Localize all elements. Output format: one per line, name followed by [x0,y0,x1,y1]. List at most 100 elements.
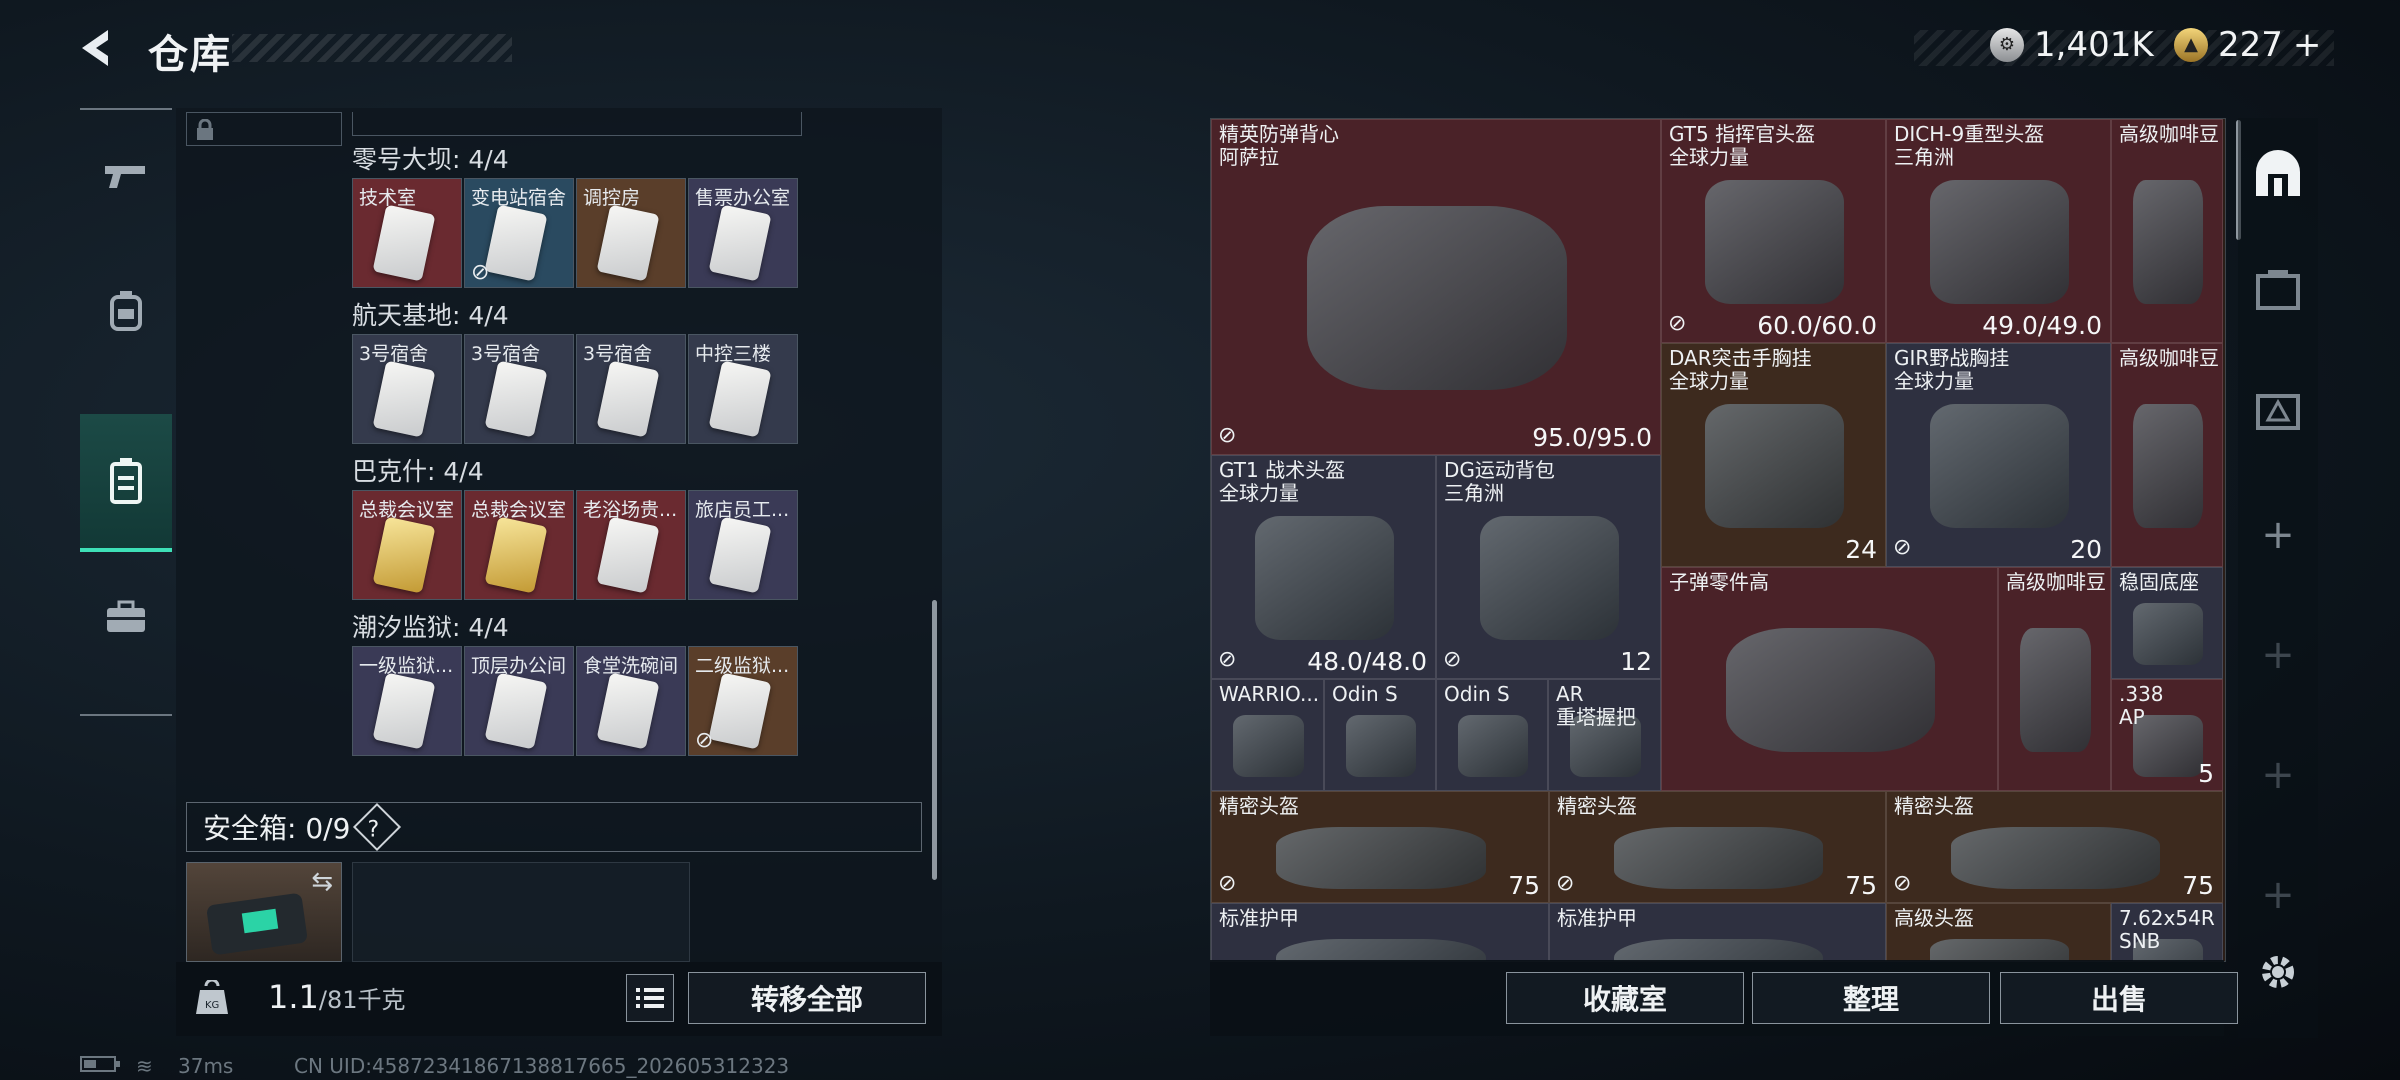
stash-item[interactable]: WARRIO... [1211,679,1324,791]
stash-item[interactable]: 高级头盔 [1886,903,2111,961]
no-trade-icon: ⊘ [1218,423,1237,448]
no-trade-icon: ⊘ [1893,535,1912,560]
back-icon[interactable] [78,26,122,70]
add-tab-2[interactable]: + [2238,632,2318,678]
stash-item[interactable]: DG运动背包 三角洲 12 ⊘ [1436,455,1661,679]
weight-readout: 1.1/81千克 [268,978,406,1016]
keycard-slot[interactable]: 食堂洗碗间 [576,646,686,756]
keycard-slot[interactable]: 旅店员工... [688,490,798,600]
stash-item[interactable]: DAR突击手胸挂 全球力量 24 [1661,343,1886,567]
rail-backpack[interactable] [80,244,172,378]
page-title: 仓库 [148,32,232,78]
stash-item[interactable]: Odin S [1436,679,1548,791]
stash-item[interactable]: 子弹零件高 [1661,567,1998,791]
stash-item[interactable]: 精英防弹背心 阿萨拉 95.0/95.0 ⊘ [1211,119,1661,455]
add-tab-3[interactable]: + [2238,752,2318,798]
safebox-bar[interactable]: 安全箱: 0/9 ? [186,802,922,852]
keycard-icon [484,516,548,594]
settings-button[interactable] [2238,950,2318,1004]
scrollbar[interactable] [932,600,937,880]
keycard-slot[interactable]: 3号宿舍 [576,334,686,444]
item-name: DICH-9重型头盔 三角洲 [1894,122,2045,169]
add-tab-4[interactable]: + [2238,872,2318,918]
rail-locker[interactable] [80,414,172,552]
keycard-label: 技术室 [359,187,417,209]
add-tab-1[interactable]: + [2238,512,2318,558]
stash-item[interactable]: GT1 战术头盔 全球力量 48.0/48.0 ⊘ [1211,455,1436,679]
keycard-slot[interactable]: 售票办公室 [688,178,798,288]
item-value: 24 [1845,535,1877,564]
keycard-label: 调控房 [583,187,641,209]
stash-item[interactable]: 标准护甲 [1549,903,1886,961]
item-image [2133,404,2203,528]
item-image [1233,715,1304,777]
stash-item[interactable]: .338 AP 5 [2111,679,2223,791]
stash-tab-2[interactable] [2238,388,2318,442]
keycard-slot[interactable]: 变电站宿舍 ⊘ [464,178,574,288]
keycard-slot[interactable]: 一级监狱... [352,646,462,756]
locker-icon [110,458,142,504]
gold-currency[interactable]: ▲ 227 + [2174,24,2321,66]
item-name: DAR突击手胸挂 全球力量 [1669,346,1812,393]
help-icon[interactable]: ? [353,802,402,852]
list-view-button[interactable] [626,974,674,1022]
backpack-icon [110,291,142,331]
keycard-slot[interactable]: 二级监狱... ⊘ [688,646,798,756]
sort-button[interactable]: 整理 [1752,972,1990,1024]
stash-item[interactable]: 高级咖啡豆 [2111,119,2223,343]
stash-item[interactable]: 精密头盔 75 ⊘ [1211,791,1549,903]
keycard-slot[interactable]: 总裁会议室 [352,490,462,600]
stash-item[interactable]: GT5 指挥官头盔 全球力量 60.0/60.0 ⊘ [1661,119,1886,343]
keycard-slot[interactable]: 中控三楼 [688,334,798,444]
wifi-icon: ≋ [136,1054,153,1078]
svg-text:KG: KG [205,1000,219,1011]
shelter-tab[interactable] [2238,148,2318,210]
safebox-item[interactable]: ⇆ [186,862,342,962]
transfer-all-button[interactable]: 转移全部 [688,972,926,1024]
keycard-slot[interactable]: 3号宿舍 [464,334,574,444]
gold-amount: 227 [2218,25,2283,65]
left-rail [80,108,172,716]
stash-item[interactable]: AR 重塔握把 [1548,679,1661,791]
rail-briefcase[interactable] [80,550,172,684]
stash-item[interactable]: 精密头盔 75 ⊘ [1549,791,1886,903]
item-name: 高级头盔 [1894,906,1974,930]
keycard-icon [708,516,772,594]
sell-button[interactable]: 出售 [2000,972,2238,1024]
stash-item[interactable]: GIR野战胸挂 全球力量 20 ⊘ [1886,343,2111,567]
keycard-slot[interactable]: 3号宿舍 [352,334,462,444]
swap-icon[interactable]: ⇆ [311,867,333,897]
item-value: 95.0/95.0 [1532,423,1652,452]
stash-grid[interactable]: 精英防弹背心 阿萨拉 95.0/95.0 ⊘ GT5 指挥官头盔 全球力量 60.0/6… [1210,118,2226,962]
item-name: 精密头盔 [1219,794,1299,818]
stash-item[interactable]: 高级咖啡豆 [1998,567,2111,791]
plus-icon: + [2261,872,2295,918]
section-title: 巴克什: 4/4 [352,457,484,486]
add-currency-button[interactable]: + [2293,25,2322,65]
collection-button[interactable]: 收藏室 [1506,972,1744,1024]
item-image [1614,939,1823,961]
stash-item[interactable]: 7.62x54R SNB [2111,903,2223,961]
item-image [2020,628,2091,752]
item-name: .338 AP [2119,682,2164,729]
item-image [1929,180,2070,304]
stash-item[interactable]: 稳固底座 [2111,567,2223,679]
keycard-slot[interactable]: 顶层办公间 [464,646,574,756]
stash-item[interactable]: 标准护甲 [1211,903,1549,961]
keycard-label: 中控三楼 [695,343,772,365]
stash-item[interactable]: DICH-9重型头盔 三角洲 49.0/49.0 [1886,119,2111,343]
rail-weapons[interactable] [80,110,172,244]
keycard-slot[interactable]: 调控房 [576,178,686,288]
item-name: 高级咖啡豆 [2006,570,2106,594]
keycard-slot[interactable]: 老浴场贵... [576,490,686,600]
keycard-slot[interactable]: 总裁会议室 [464,490,574,600]
keycard-slot[interactable]: 技术室 [352,178,462,288]
item-value: 48.0/48.0 [1307,647,1427,676]
stash-item[interactable]: 精密头盔 75 ⊘ [1886,791,2223,903]
stash-item[interactable]: 高级咖啡豆 [2111,343,2223,567]
stash-item[interactable]: Odin S [1324,679,1436,791]
keycard-label: 一级监狱... [359,655,454,677]
item-image [1346,715,1416,777]
stash-tab-1[interactable] [2238,268,2318,322]
safebox-empty-slots[interactable] [352,862,690,962]
